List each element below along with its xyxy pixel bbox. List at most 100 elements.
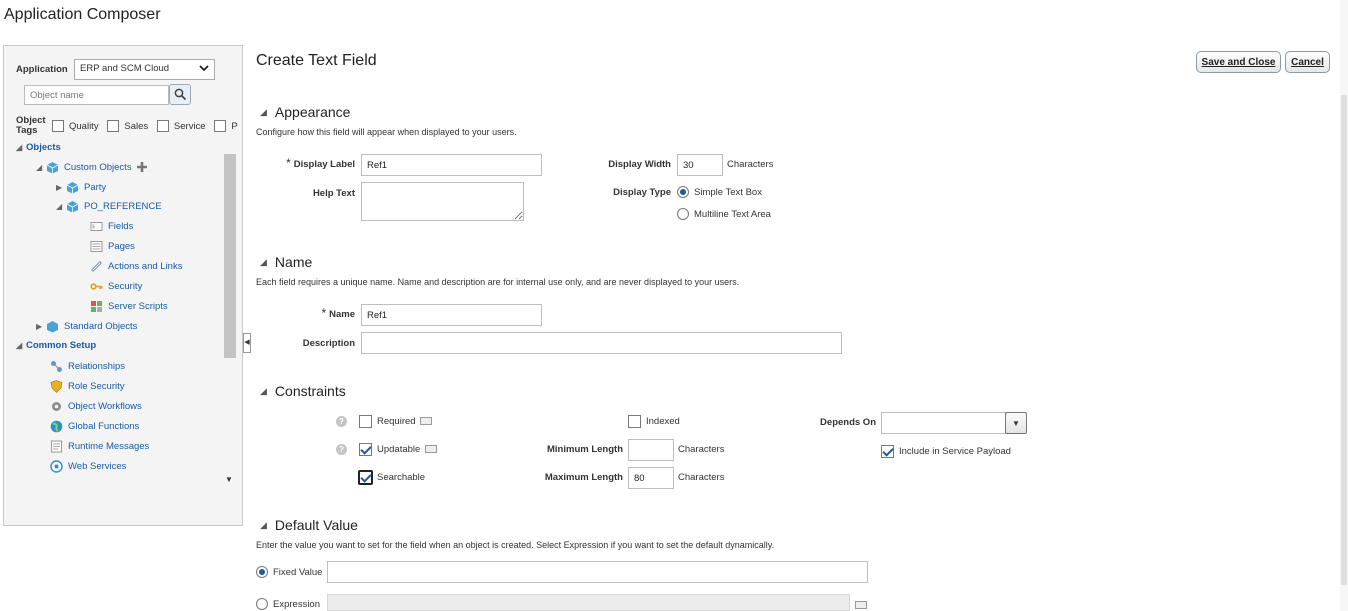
scroll-down-icon[interactable]: ▼ [225,475,233,484]
constraints-section-header[interactable]: ◢ Constraints [260,383,346,399]
pages-icon [90,240,103,252]
depends-on-input[interactable] [881,412,1006,434]
fixed-value-input[interactable] [327,561,868,583]
help-text-textarea[interactable] [361,182,524,221]
required-checkbox[interactable] [359,415,372,428]
searchable-checkbox[interactable] [358,470,373,485]
description-input[interactable] [361,332,842,354]
updatable-checkbox[interactable] [359,443,372,456]
multiline-text-area-radio[interactable] [677,208,689,220]
tree-party[interactable]: ▶ Party [56,178,106,196]
chevron-down-icon [199,65,209,72]
multiline-text-area-label: Multiline Text Area [694,209,771,220]
tree-label: Security [108,280,143,292]
globe-icon [50,420,63,432]
maximum-length-input[interactable] [628,467,674,489]
scrollbar-thumb[interactable] [224,154,236,358]
tree-label: Custom Objects [64,161,132,173]
collapse-triangle-icon[interactable]: ◢ [36,163,46,172]
include-in-service-payload-checkbox[interactable] [881,445,894,458]
name-section-header[interactable]: ◢ Name [260,254,312,270]
tree-server-scripts[interactable]: Server Scripts [90,297,168,315]
name-input[interactable] [361,304,542,326]
cube-icon [46,161,59,173]
tree-standard-objects[interactable]: ▶ Standard Objects [36,317,137,335]
tree-custom-objects[interactable]: ◢ Custom Objects [36,158,148,176]
display-width-input[interactable] [677,154,723,176]
tag-label: Service [173,120,206,132]
object-search-input[interactable] [24,85,169,105]
tree-pages[interactable]: Pages [90,237,135,255]
tag-pf-checkbox[interactable] [214,120,227,132]
indexed-checkbox[interactable] [628,415,641,428]
minimum-length-label: Minimum Length [547,444,623,455]
tree-common-setup[interactable]: ◢ Common Setup [16,336,96,354]
keyboard-icon[interactable] [425,445,437,453]
tree-po-reference[interactable]: ◢ PO_REFERENCE [56,197,162,215]
panel-collapse-handle[interactable]: ◀ [243,333,251,353]
gear-icon [52,401,61,411]
scrollbar-thumb[interactable] [1341,95,1347,585]
include-in-service-payload-label: Include in Service Payload [899,446,1011,457]
tree-security[interactable]: Security [90,277,142,295]
tree-label: Global Functions [68,420,140,432]
link-icon [91,261,102,271]
tree-fields[interactable]: Fields [90,217,133,235]
help-icon[interactable]: ? [336,444,347,455]
tree-object-workflows[interactable]: Object Workflows [50,397,142,415]
application-select[interactable]: ERP and SCM Cloud [74,59,215,80]
tag-quality[interactable]: Quality [52,120,99,132]
save-and-close-button[interactable]: Save and Close [1196,51,1281,73]
plus-icon[interactable] [136,161,148,173]
tag-service[interactable]: Service [156,120,206,132]
tree-actions-links[interactable]: Actions and Links [90,257,182,275]
tag-service-checkbox[interactable] [156,120,169,132]
keyboard-icon[interactable] [855,601,867,609]
tree-web-services[interactable]: Web Services [50,457,126,475]
collapse-triangle-icon[interactable]: ◢ [56,202,66,211]
display-width-units: Characters [727,159,774,170]
expression-radio[interactable] [256,598,268,610]
appearance-section-header[interactable]: ◢ Appearance [260,104,350,120]
tag-sales[interactable]: Sales [107,120,148,132]
tree-runtime-messages[interactable]: Runtime Messages [50,437,149,455]
fixed-value-radio[interactable] [256,566,268,578]
tree-label: Party [84,181,107,193]
simple-text-box-radio[interactable] [677,186,689,198]
collapse-triangle-icon[interactable]: ◢ [260,520,267,531]
expression-textarea[interactable] [327,594,850,611]
display-label-input[interactable] [361,154,542,176]
collapse-triangle-icon[interactable]: ◢ [16,341,26,350]
tree-global-functions[interactable]: Global Functions [50,417,139,435]
default-value-section-header[interactable]: ◢ Default Value [260,517,358,533]
collapse-triangle-icon[interactable]: ◢ [16,143,26,152]
tag-pf[interactable]: PF [214,120,238,132]
application-select-value: ERP and SCM Cloud [80,63,170,74]
tag-quality-checkbox[interactable] [52,120,64,132]
tree-objects[interactable]: ◢ Objects [16,138,61,156]
minimum-length-input[interactable] [628,439,674,461]
keyboard-icon[interactable] [420,417,432,425]
tree-role-security[interactable]: Role Security [50,377,125,395]
cube-icon [66,200,79,212]
tree-scrollbar[interactable]: ▼ [223,154,237,484]
expand-triangle-icon[interactable]: ▶ [56,183,66,192]
tree-label: Server Scripts [108,300,168,312]
collapse-triangle-icon[interactable]: ◢ [260,107,267,118]
tag-sales-checkbox[interactable] [107,120,120,132]
search-button[interactable] [169,84,191,105]
depends-on-dropdown-button[interactable]: ▼ [1005,412,1027,434]
collapse-triangle-icon[interactable]: ◢ [260,386,267,397]
expand-triangle-icon[interactable]: ▶ [36,322,46,331]
tree-label: Actions and Links [108,260,183,272]
collapse-triangle-icon[interactable]: ◢ [260,257,267,268]
tree-relationships[interactable]: Relationships [50,357,125,375]
section-title: Name [274,254,313,270]
fields-icon [90,221,103,231]
web-services-icon [50,459,63,473]
section-title: Constraints [274,383,346,399]
help-icon[interactable]: ? [336,416,347,427]
cancel-button[interactable]: Cancel [1285,51,1330,73]
required-label: Required [377,416,416,427]
page-scrollbar[interactable] [1340,0,1348,611]
